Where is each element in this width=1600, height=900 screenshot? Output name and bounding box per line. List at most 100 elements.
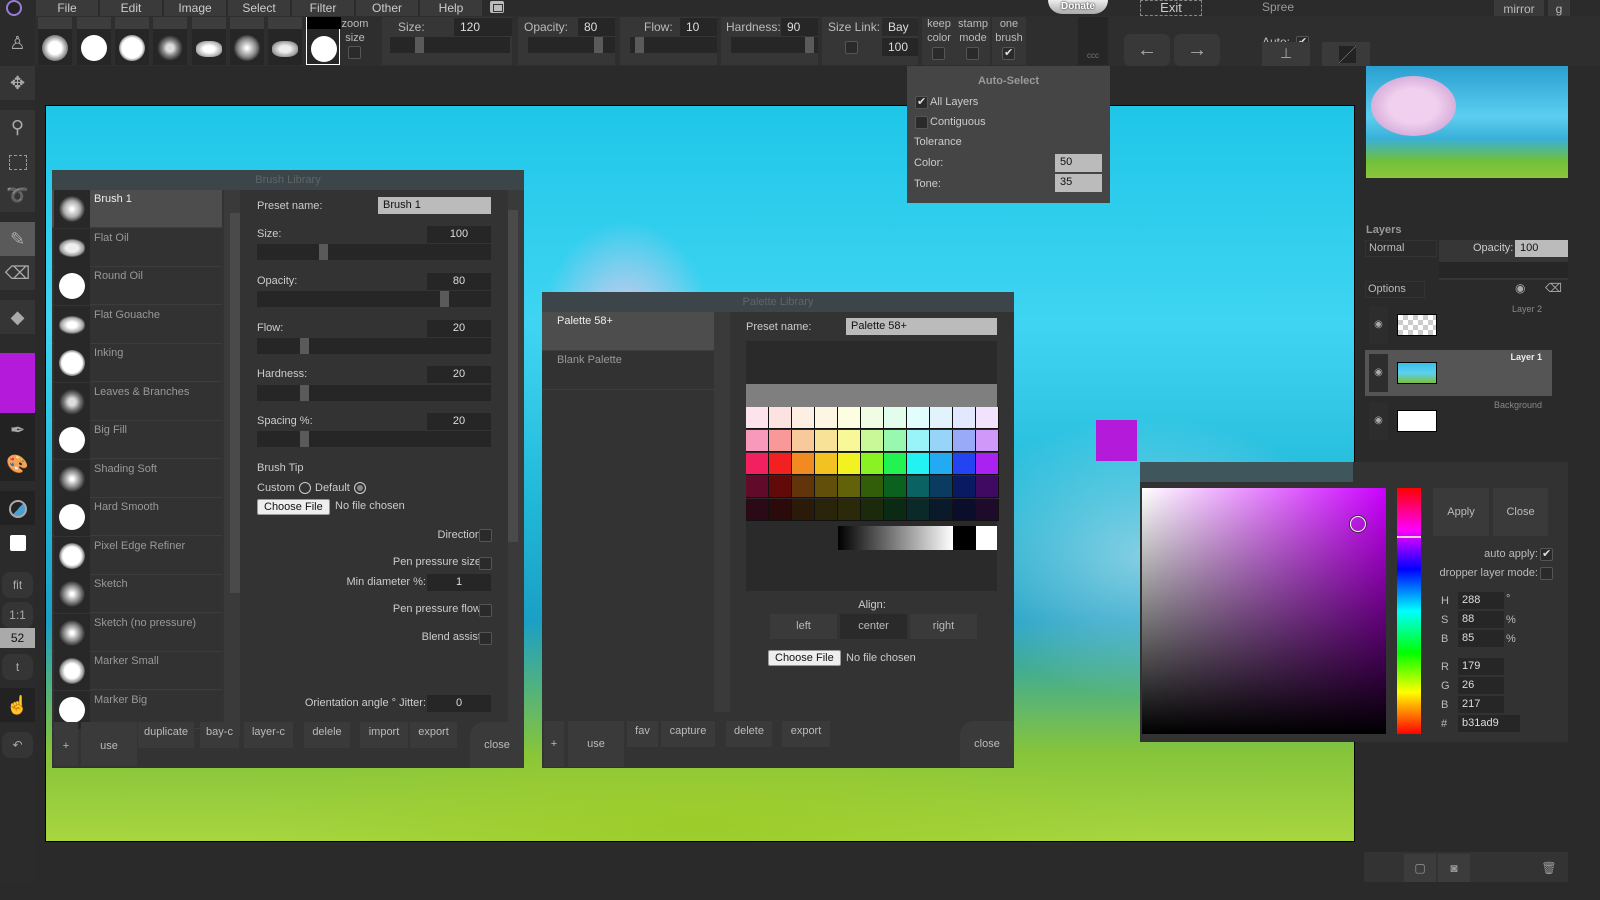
flow-slider[interactable] — [630, 37, 717, 53]
palette-swatch[interactable] — [930, 430, 953, 452]
palette-swatch[interactable] — [792, 430, 815, 452]
size-link-bay[interactable]: Bay 1 — [882, 18, 918, 52]
default-tip-radio[interactable] — [354, 482, 366, 494]
new-layer-button[interactable]: ▢ — [1404, 854, 1436, 882]
tolerance-color-input[interactable]: 50 — [1055, 154, 1102, 172]
color-apply-button[interactable]: Apply — [1433, 488, 1489, 536]
color-close-button[interactable]: Close — [1493, 488, 1548, 536]
brush-list-item[interactable]: Big Fill — [52, 421, 222, 459]
palette-swatch[interactable] — [792, 476, 815, 498]
tool-color-wheel[interactable] — [0, 491, 35, 525]
palette-swatch[interactable] — [953, 499, 976, 521]
delete-layer-button[interactable]: 🗑 — [1534, 854, 1564, 882]
custom-tip-radio[interactable] — [299, 482, 311, 494]
hue-slider-handle[interactable] — [1397, 536, 1421, 538]
tool-magic-wand[interactable]: ⚲ — [0, 110, 35, 144]
menu-select[interactable]: Select — [228, 0, 290, 16]
size-link-checkbox[interactable] — [845, 41, 858, 54]
brush-size-slider-thumb[interactable] — [318, 244, 328, 260]
menu-image[interactable]: Image — [164, 0, 226, 16]
brush-spacing-slider[interactable] — [257, 431, 491, 447]
palette-swatch[interactable] — [976, 476, 999, 498]
palette-white-swatch[interactable] — [976, 526, 997, 550]
palette-swatch[interactable] — [861, 499, 884, 521]
direction-checkbox[interactable] — [479, 529, 492, 542]
brush-list-item[interactable]: Round Oil — [52, 267, 222, 305]
opacity-slider-thumb[interactable] — [593, 37, 603, 53]
brush-list-item[interactable]: Sketch (no pressure) — [52, 613, 222, 652]
brush-preset-slot[interactable] — [38, 17, 72, 65]
palette-swatch[interactable] — [815, 430, 838, 452]
palette-swatch[interactable] — [746, 499, 769, 521]
palette-gradient-strip[interactable] — [838, 526, 953, 550]
brush-close-button[interactable]: close — [470, 722, 524, 768]
brush-hardness-input[interactable]: 20 — [427, 366, 491, 383]
min-diameter-input[interactable]: 1 — [427, 574, 491, 591]
red-input[interactable]: 179 — [1458, 658, 1504, 675]
palette-list-item[interactable]: Palette 58+ — [542, 312, 714, 351]
palette-swatch[interactable] — [930, 476, 953, 498]
blend-assist-checkbox[interactable] — [479, 632, 492, 645]
palette-swatch[interactable] — [861, 430, 884, 452]
palette-swatch[interactable] — [907, 453, 930, 475]
opacity-input[interactable]: 80 — [578, 18, 615, 36]
palette-swatch[interactable] — [838, 407, 861, 429]
brush-size-input[interactable]: 100 — [427, 226, 491, 243]
palette-swatch[interactable] — [930, 499, 953, 521]
size-slider-thumb[interactable] — [414, 37, 424, 53]
layer-eraser-icon[interactable]: ⌫ — [1545, 281, 1562, 295]
palette-swatch[interactable] — [815, 453, 838, 475]
palette-swatch[interactable] — [792, 407, 815, 429]
palette-swatch[interactable] — [861, 453, 884, 475]
brush-list-item[interactable]: Shading Soft — [52, 459, 222, 498]
align-center-button[interactable]: center — [840, 614, 907, 639]
palette-swatch[interactable] — [884, 407, 907, 429]
size-link-input[interactable]: 100 — [882, 38, 918, 56]
palette-swatch[interactable] — [953, 407, 976, 429]
brush-list-item[interactable]: Pixel Edge Refiner — [52, 536, 222, 575]
brush-flow-slider-thumb[interactable] — [299, 338, 309, 354]
hex-input[interactable]: b31ad9 — [1458, 715, 1520, 732]
undo-side-button[interactable]: ↶ — [2, 732, 33, 758]
layer-row[interactable]: ◉ Layer 2 — [1365, 302, 1552, 348]
tool-eraser[interactable]: ⌫ — [0, 256, 35, 290]
palette-swatch[interactable] — [907, 476, 930, 498]
palette-swatch[interactable] — [930, 407, 953, 429]
brush-use-button[interactable]: use — [81, 722, 137, 766]
brush-choose-file-button[interactable]: Choose File — [257, 499, 330, 515]
align-left-button[interactable]: left — [770, 614, 837, 639]
palette-swatch[interactable] — [838, 499, 861, 521]
blue-input[interactable]: 217 — [1458, 696, 1504, 713]
brush-hardness-slider[interactable] — [257, 385, 491, 401]
brush-spacing-input[interactable]: 20 — [427, 413, 491, 430]
flow-input[interactable]: 10 — [680, 18, 717, 36]
zoom-level-value[interactable]: 52 — [0, 628, 35, 648]
palette-swatch[interactable] — [746, 476, 769, 498]
t-button[interactable]: t — [2, 654, 33, 680]
tool-fill[interactable]: ◆ — [0, 300, 35, 334]
brush-duplicate-button[interactable]: duplicate — [138, 722, 194, 748]
brush-export-button[interactable]: export — [410, 722, 457, 748]
palette-swatch[interactable] — [976, 430, 999, 452]
palette-swatch[interactable] — [861, 476, 884, 498]
palette-library-title[interactable]: Palette Library — [542, 292, 1014, 312]
palette-swatch[interactable] — [746, 407, 769, 429]
auto-apply-checkbox[interactable] — [1540, 547, 1553, 561]
palette-add-button[interactable]: + — [544, 721, 564, 767]
palette-swatch[interactable] — [792, 453, 815, 475]
palette-swatch[interactable] — [976, 407, 999, 429]
brush-opacity-slider-thumb[interactable] — [440, 291, 450, 307]
brush-list-item[interactable]: Brush 1 — [52, 190, 222, 228]
size-slider[interactable] — [390, 37, 510, 53]
palette-export-button[interactable]: export — [782, 721, 830, 747]
palette-preset-name-input[interactable]: Palette 58+ — [846, 318, 997, 335]
palette-delete-button[interactable]: delete — [726, 721, 772, 747]
palette-close-button[interactable]: close — [960, 721, 1014, 767]
palette-use-button[interactable]: use — [568, 721, 624, 767]
brush-size-slider[interactable] — [257, 244, 491, 260]
palette-swatch[interactable] — [907, 407, 930, 429]
hardness-slider-thumb[interactable] — [805, 37, 815, 53]
tool-rect-select[interactable] — [0, 144, 35, 178]
brush-list-item[interactable]: Inking — [52, 344, 222, 382]
brush-delete-button[interactable]: delele — [304, 722, 350, 748]
